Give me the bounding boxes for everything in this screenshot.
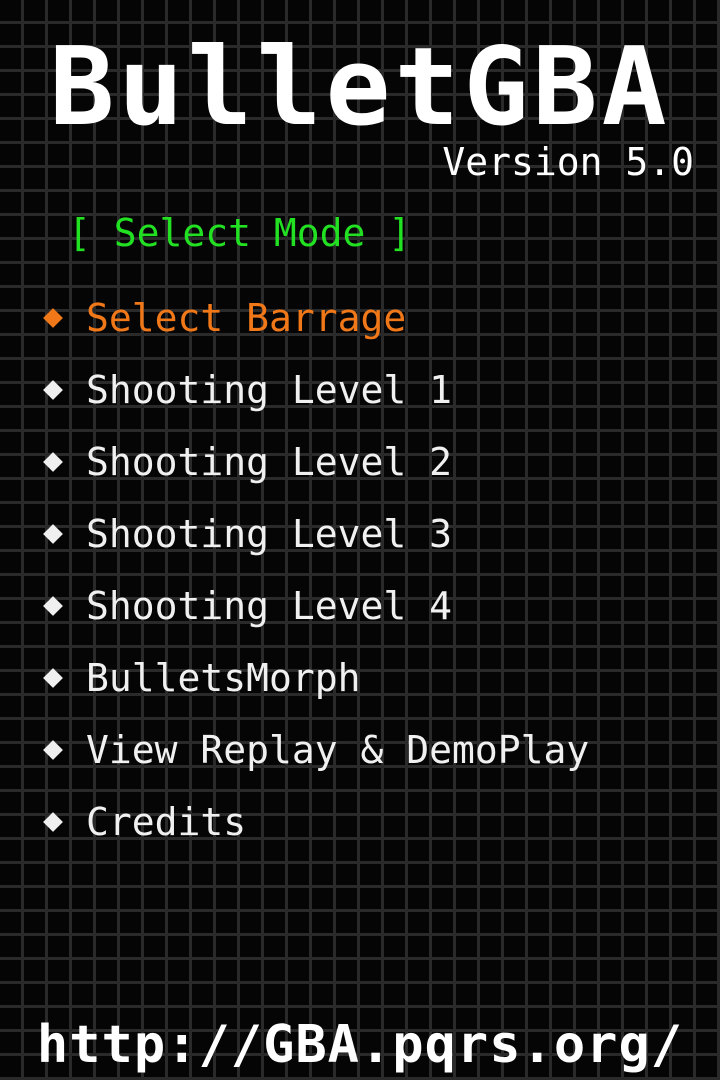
main-menu: Select Barrage Shooting Level 1 Shooting… (40, 282, 589, 858)
menu-item-label: Shooting Level 3 (86, 512, 453, 556)
diamond-bullet-icon (43, 740, 63, 760)
menu-item-label: Select Barrage (86, 296, 407, 340)
menu-item-label: Shooting Level 2 (86, 440, 453, 484)
menu-item-view-replay[interactable]: View Replay & DemoPlay (40, 714, 589, 786)
menu-item-shooting-level-3[interactable]: Shooting Level 3 (40, 498, 589, 570)
menu-item-credits[interactable]: Credits (40, 786, 589, 858)
footer-url: http://GBA.pqrs.org/ (36, 1015, 684, 1075)
menu-item-shooting-level-1[interactable]: Shooting Level 1 (40, 354, 589, 426)
game-title: BulletGBA (49, 25, 671, 150)
menu-item-select-barrage[interactable]: Select Barrage (40, 282, 589, 354)
menu-item-label: View Replay & DemoPlay (86, 728, 590, 772)
select-mode-heading: [ Select Mode ] (68, 211, 412, 255)
diamond-bullet-icon (43, 812, 63, 832)
menu-item-bulletsmorph[interactable]: BulletsMorph (40, 642, 589, 714)
menu-item-shooting-level-4[interactable]: Shooting Level 4 (40, 570, 589, 642)
menu-item-label: Shooting Level 1 (86, 368, 453, 412)
game-screen: BulletGBA Version 5.0 [ Select Mode ] Se… (0, 0, 720, 1080)
menu-item-label: Credits (86, 800, 247, 844)
diamond-bullet-icon (43, 524, 63, 544)
menu-item-label: Shooting Level 4 (86, 584, 453, 628)
diamond-bullet-icon (43, 668, 63, 688)
menu-item-shooting-level-2[interactable]: Shooting Level 2 (40, 426, 589, 498)
diamond-bullet-icon (43, 308, 63, 328)
version-label: Version 5.0 (442, 140, 694, 184)
diamond-bullet-icon (43, 596, 63, 616)
menu-item-label: BulletsMorph (86, 656, 361, 700)
diamond-bullet-icon (43, 452, 63, 472)
diamond-bullet-icon (43, 380, 63, 400)
